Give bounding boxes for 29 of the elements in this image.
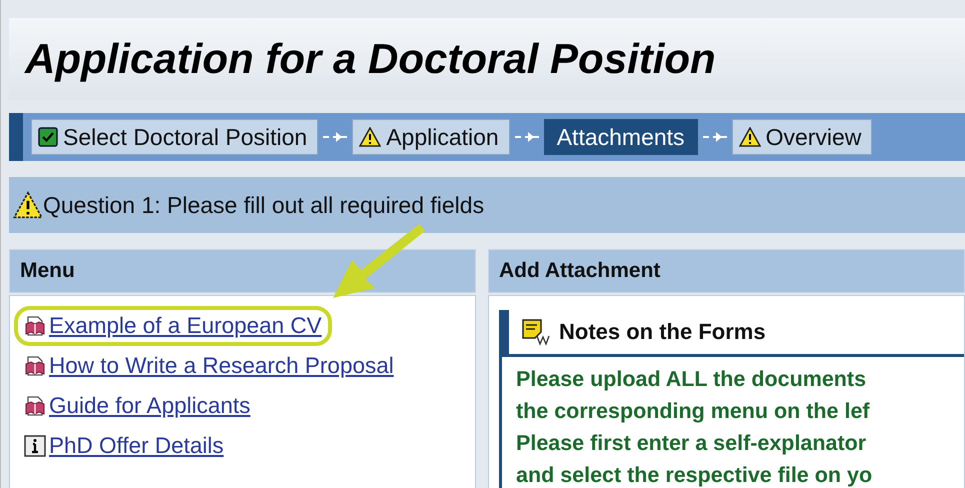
menu-link[interactable]: PhD Offer Details [14, 426, 234, 466]
notes-title: Notes on the Forms [559, 319, 766, 345]
warning-icon [13, 191, 43, 219]
notes-text: Please first enter a self-explanator [516, 430, 868, 457]
book-icon [24, 355, 46, 377]
step-tab[interactable]: Application [352, 119, 510, 155]
step-tab[interactable]: Overview [732, 119, 872, 155]
info-icon [24, 435, 46, 457]
book-icon [24, 315, 46, 337]
menu-link[interactable]: How to Write a Research Proposal [14, 346, 404, 386]
page-title: Application for a Doctoral Position [25, 35, 716, 83]
panel-title: Menu [20, 259, 75, 283]
menu-link[interactable]: Example of a European CV [14, 306, 332, 346]
checkbox-icon [38, 127, 58, 147]
panel-title: Add Attachment [499, 259, 660, 283]
notes-icon [521, 318, 551, 346]
menu-link[interactable]: Guide for Applicants [14, 386, 260, 426]
message-text: Question 1: Please fill out all required fields [43, 192, 484, 218]
notes-text: and select the respective file on yo [516, 462, 874, 488]
step-connector-icon [322, 130, 348, 144]
step-connector-icon [702, 130, 728, 144]
notes-text: the corresponding menu on the lef [516, 398, 871, 425]
notes-text: Please upload ALL the documents [516, 366, 868, 393]
step-connector-icon [514, 130, 540, 144]
book-icon [24, 395, 46, 417]
warning-icon [738, 127, 761, 147]
step-tab[interactable]: Attachments [544, 119, 698, 155]
step-tab[interactable]: Select Doctoral Position [31, 119, 318, 155]
warning-icon [359, 127, 382, 147]
